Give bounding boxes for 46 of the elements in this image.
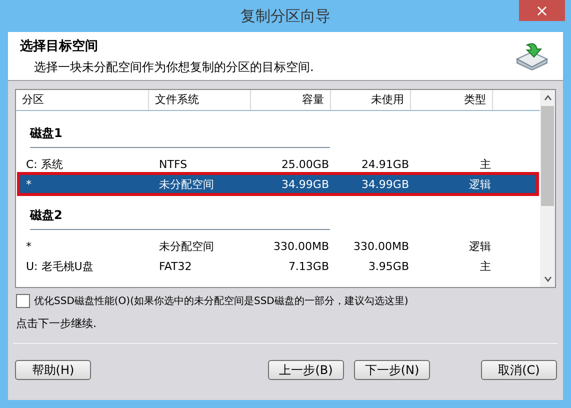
table-cell-text: 主 <box>479 258 492 274</box>
disk-heading: 磁盘2 <box>30 207 330 230</box>
table-cell-text: * <box>25 240 32 252</box>
partition-row[interactable]: * 未分配空间 330.00MB 330.00MB 逻辑 <box>20 237 536 255</box>
table-cell-text: 逻辑 <box>468 238 492 254</box>
scroll-up-icon[interactable] <box>544 95 552 101</box>
table-cell-text: 330.00MB <box>352 240 410 252</box>
table-cell-text: U: 老毛桃U盘 <box>25 258 94 274</box>
table-cell-text: NTFS <box>158 158 188 170</box>
column-header[interactable]: 未使用 <box>331 90 411 110</box>
cancel-button[interactable]: 取消(C) <box>481 360 557 380</box>
help-button[interactable]: 帮助(H) <box>15 360 91 380</box>
disk-copy-icon <box>515 41 549 71</box>
partition-row[interactable]: U: 老毛桃U盘 FAT32 7.13GB 3.95GB 主 <box>20 257 536 275</box>
table-cell-text: 主 <box>479 156 492 172</box>
scrollbar[interactable] <box>540 90 555 287</box>
checkbox-label: 优化SSD磁盘性能(O)(如果你选中的未分配空间是SSD磁盘的一部分，建议勾选这里) <box>34 294 408 308</box>
table-cell-text: 34.99GB <box>280 178 330 190</box>
window-title: 复制分区向导 <box>240 6 330 26</box>
column-header[interactable]: 容量 <box>251 90 331 110</box>
table-cell-text: 34.99GB <box>360 178 410 190</box>
table-cell-text: * <box>25 178 32 190</box>
column-header[interactable]: 类型 <box>411 90 493 110</box>
table-cell-text: 未分配空间 <box>158 238 215 254</box>
partition-row[interactable]: C: 系统 NTFS 25.00GB 24.91GB 主 <box>20 155 536 173</box>
column-header[interactable]: 文件系统 <box>149 90 251 110</box>
table-cell-text: 24.91GB <box>360 158 410 170</box>
table-cell-text: 3.95GB <box>367 260 410 272</box>
hint-text: 点击下一步继续. <box>16 316 98 331</box>
step-title: 选择目标空间 <box>20 38 99 54</box>
close-button[interactable]: × <box>519 0 565 21</box>
table-cell-text: C: 系统 <box>25 156 64 172</box>
table-cell-text: 未分配空间 <box>158 176 215 192</box>
table-cell-text: 逻辑 <box>468 176 492 192</box>
table-cell-text: 7.13GB <box>287 260 330 272</box>
disk-heading: 磁盘1 <box>30 125 330 148</box>
checkbox[interactable] <box>16 294 30 308</box>
partition-row[interactable]: * 未分配空间 34.99GB 34.99GB 逻辑 <box>20 175 536 193</box>
table-cell-text: 330.00MB <box>272 240 330 252</box>
scroll-down-icon[interactable] <box>544 276 552 282</box>
table-cell-text: FAT32 <box>158 260 193 272</box>
back-button[interactable]: 上一步(B) <box>268 360 344 380</box>
table-cell-text: 25.00GB <box>280 158 330 170</box>
next-button[interactable]: 下一步(N) <box>354 360 430 380</box>
step-description: 选择一块未分配空间作为你想复制的分区的目标空间. <box>33 58 315 76</box>
column-header[interactable]: 分区 <box>16 90 149 110</box>
